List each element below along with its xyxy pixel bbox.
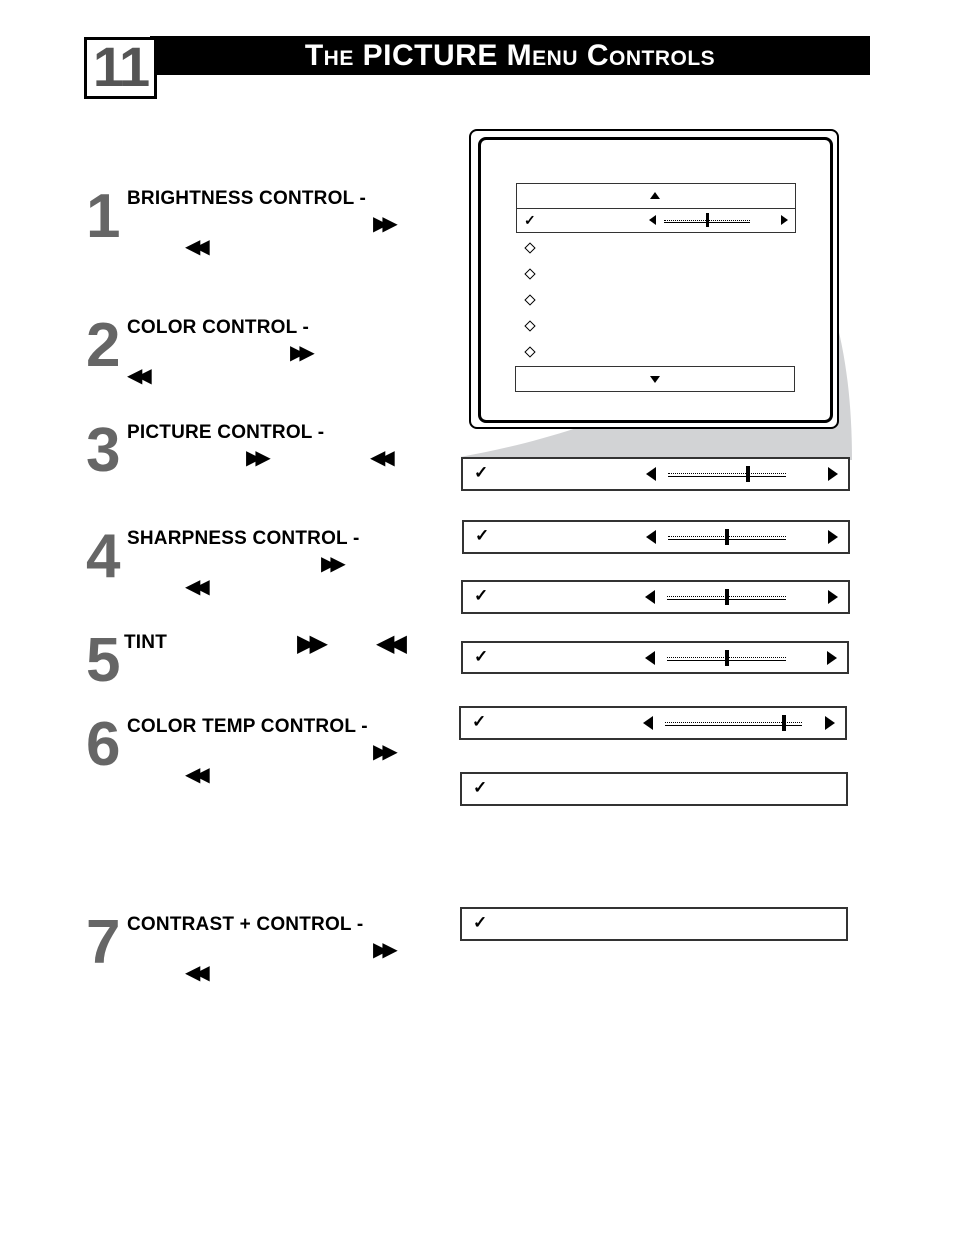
step-2-label: COLOR CONTROL - (127, 317, 310, 338)
check-icon: ✓ (473, 913, 488, 932)
fast-forward-icon: ▶▶ (290, 342, 315, 364)
arrow-right-icon[interactable] (828, 530, 838, 544)
setting-row-color-temp[interactable] (460, 772, 848, 806)
check-icon: ✓ (474, 647, 489, 666)
step-4-number: 4 (86, 522, 121, 591)
check-icon: ✓ (474, 463, 489, 482)
step-1-label: BRIGHTNESS CONTROL - (127, 188, 367, 209)
rewind-icon: ◀◀ (185, 764, 210, 786)
page-number: 11 (92, 35, 150, 98)
step-1-number: 1 (86, 182, 121, 251)
fast-forward-icon: ▶▶ (373, 939, 398, 961)
arrow-left-icon[interactable] (645, 650, 655, 665)
rewind-icon: ◀◀ (185, 962, 210, 984)
step-6-label: COLOR TEMP CONTROL - (127, 716, 368, 737)
rewind-icon: ◀◀ (127, 365, 152, 387)
arrow-left-icon[interactable] (649, 215, 656, 225)
arrow-left-icon[interactable] (645, 590, 655, 604)
arrow-left-icon[interactable] (646, 467, 656, 481)
menu-item-selected[interactable] (516, 208, 796, 233)
fast-forward-icon: ▶▶ (297, 630, 328, 657)
arrow-down-icon (650, 376, 660, 383)
arrow-left-icon[interactable] (646, 530, 656, 544)
fast-forward-icon: ▶▶ (321, 553, 346, 575)
check-icon: ✓ (474, 586, 489, 605)
arrow-right-icon[interactable] (828, 590, 838, 604)
arrow-right-icon[interactable] (827, 650, 837, 665)
fast-forward-icon: ▶▶ (246, 447, 271, 469)
rewind-icon: ◀◀ (185, 576, 210, 598)
arrow-right-icon[interactable] (781, 215, 788, 225)
arrow-left-icon[interactable] (643, 716, 653, 730)
slider-track (668, 473, 786, 477)
arrow-up-icon (650, 192, 660, 199)
setting-row-sharpness[interactable] (461, 641, 849, 674)
slider-knob[interactable] (725, 529, 729, 545)
page-title: The PICTURE Menu Controls (304, 39, 716, 72)
step-5-label: TINT (124, 632, 168, 653)
setting-row-contrast-plus[interactable] (460, 907, 848, 941)
slider-knob[interactable] (782, 715, 787, 731)
check-icon: ✓ (524, 212, 536, 228)
slider-knob[interactable] (724, 589, 729, 605)
step-3-label: PICTURE CONTROL - (127, 422, 325, 443)
step-7-label: CONTRAST + CONTROL - (127, 914, 364, 935)
rewind-icon: ◀◀ (370, 447, 395, 469)
step-6-number: 6 (86, 710, 121, 779)
fast-forward-icon: ▶▶ (373, 213, 398, 235)
check-icon: ✓ (475, 526, 490, 545)
arrow-right-icon[interactable] (825, 716, 835, 730)
step-3-number: 3 (86, 416, 121, 485)
setting-row-color[interactable] (462, 520, 850, 554)
step-2-number: 2 (86, 311, 121, 380)
slider-knob[interactable] (724, 649, 729, 666)
slider-knob[interactable] (746, 466, 751, 482)
slider-knob[interactable] (706, 213, 709, 227)
step-4-label: SHARPNESS CONTROL - (127, 528, 360, 549)
step-7-number: 7 (86, 908, 121, 977)
rewind-icon: ◀◀ (185, 236, 210, 258)
rewind-icon: ◀◀ (376, 630, 407, 657)
fast-forward-icon: ▶▶ (373, 741, 398, 763)
check-icon: ✓ (473, 778, 488, 797)
setting-row-picture[interactable] (461, 580, 850, 614)
check-icon: ✓ (472, 712, 487, 731)
arrow-right-icon[interactable] (828, 467, 838, 481)
step-5-number: 5 (86, 626, 121, 695)
